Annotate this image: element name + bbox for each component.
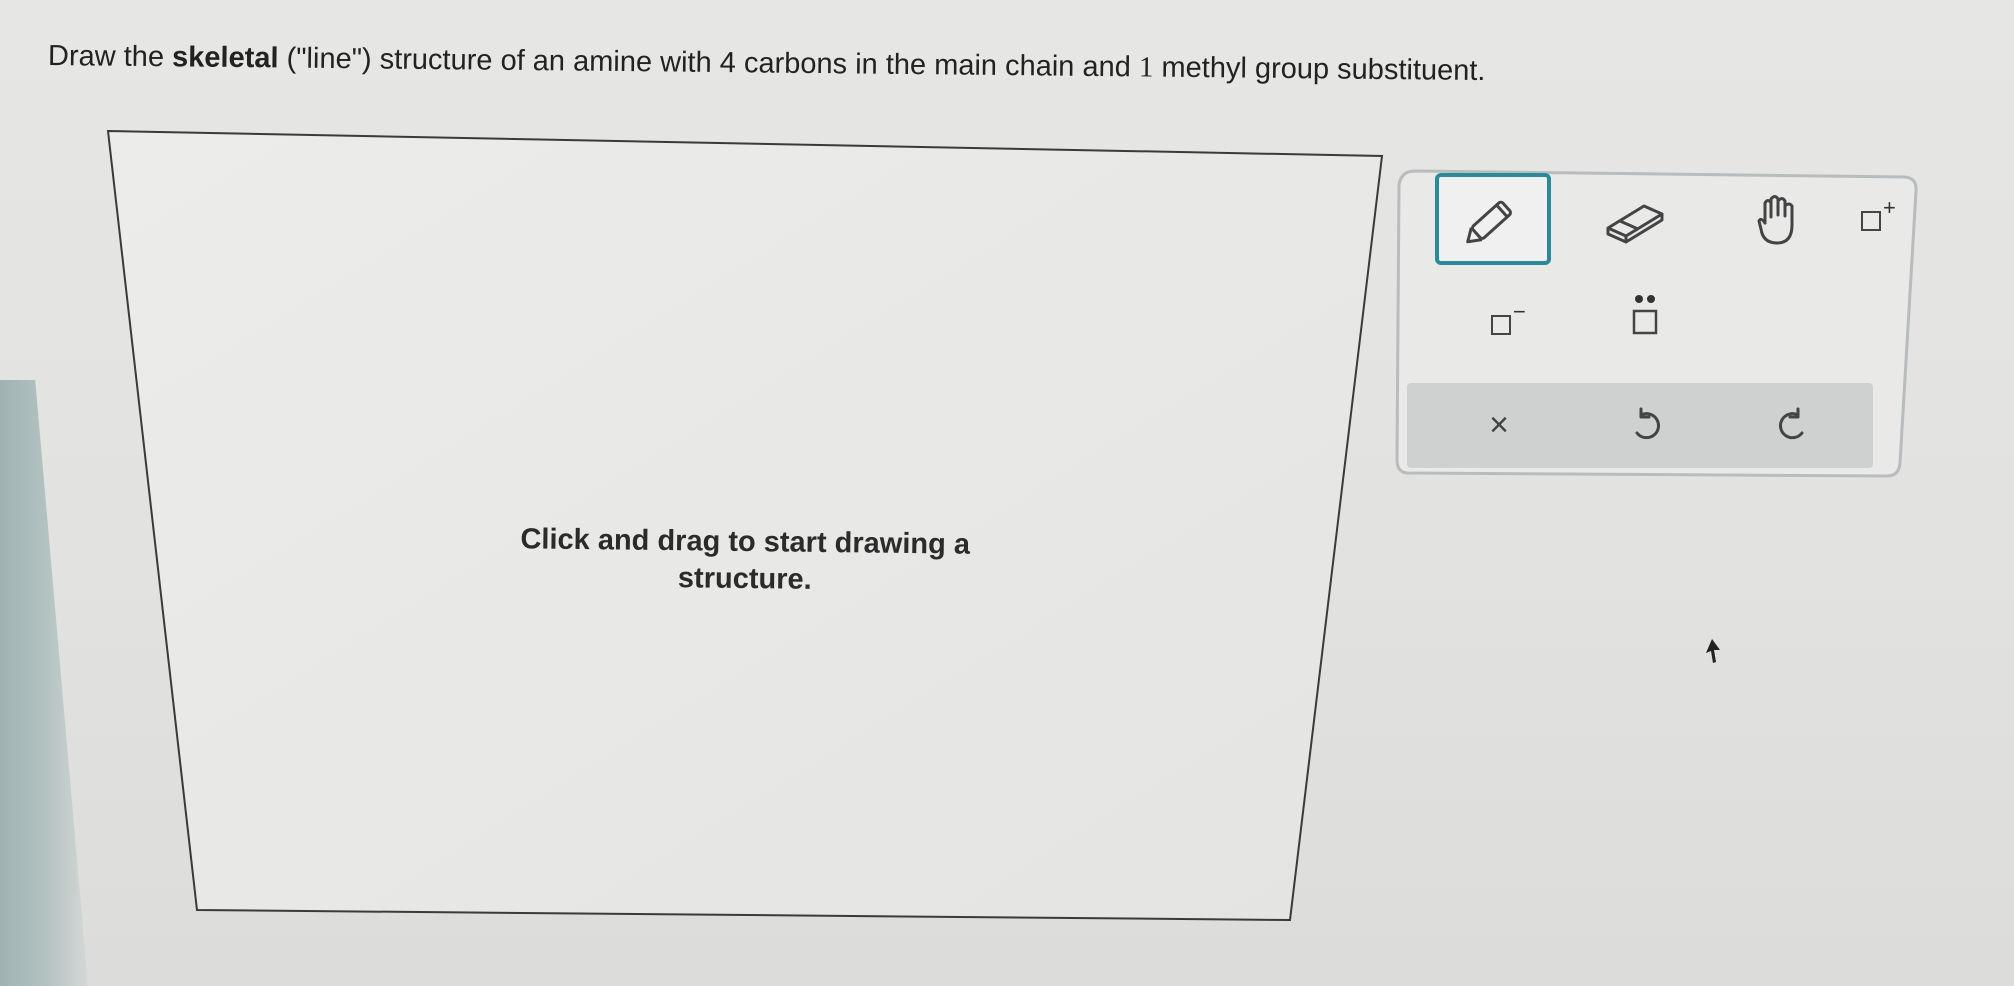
canvas-hint-line: Click and drag to start drawing a	[520, 523, 971, 561]
background-edge	[0, 380, 88, 986]
positive-charge-icon: +	[1855, 195, 1896, 239]
charge-sign: −	[1513, 299, 1526, 324]
eraser-tool[interactable]	[1585, 177, 1685, 261]
redo-icon	[1779, 407, 1804, 440]
eraser-icon	[1606, 204, 1664, 244]
negative-charge-icon: −	[1485, 299, 1526, 343]
carbon-count: 4	[719, 47, 737, 80]
charge-sign: +	[1883, 195, 1896, 220]
lone-pair-icon	[1632, 295, 1658, 335]
question-part: Draw the	[47, 40, 173, 74]
pencil-tool[interactable]	[1435, 173, 1551, 265]
hand-icon	[1757, 195, 1794, 245]
atom-box	[1861, 211, 1881, 231]
canvas-hint: Click and drag to start drawing a struct…	[445, 520, 1046, 601]
undo-button[interactable]	[1607, 393, 1687, 457]
drawing-toolbar: + − ×	[1395, 163, 1925, 478]
question-part: methyl group substituent.	[1153, 51, 1486, 88]
hand-tool[interactable]	[1730, 179, 1830, 263]
drawing-canvas[interactable]: Click and drag to start drawing a struct…	[105, 128, 1385, 924]
atom-box	[1491, 315, 1511, 335]
undo-icon	[1635, 407, 1660, 440]
question-bold-term: skeletal	[171, 41, 279, 75]
question-part: ("line") structure of an amine with	[278, 42, 720, 80]
question-text: Draw the skeletal ("line") structure of …	[48, 36, 1808, 94]
redo-button[interactable]	[1752, 393, 1832, 457]
positive-charge-tool[interactable]: +	[1825, 177, 1925, 261]
methyl-count: 1	[1138, 51, 1154, 84]
question-part: carbons in the main chain and	[735, 47, 1140, 84]
action-bar: ×	[1407, 383, 1873, 468]
clear-button[interactable]: ×	[1459, 393, 1539, 457]
negative-charge-tool[interactable]: −	[1455, 281, 1555, 365]
clear-icon: ×	[1489, 405, 1509, 444]
pencil-icon	[1466, 200, 1512, 244]
mouse-cursor-icon	[1706, 639, 1720, 663]
lone-pair-tool[interactable]	[1595, 275, 1695, 359]
canvas-hint-line: structure.	[677, 562, 812, 596]
